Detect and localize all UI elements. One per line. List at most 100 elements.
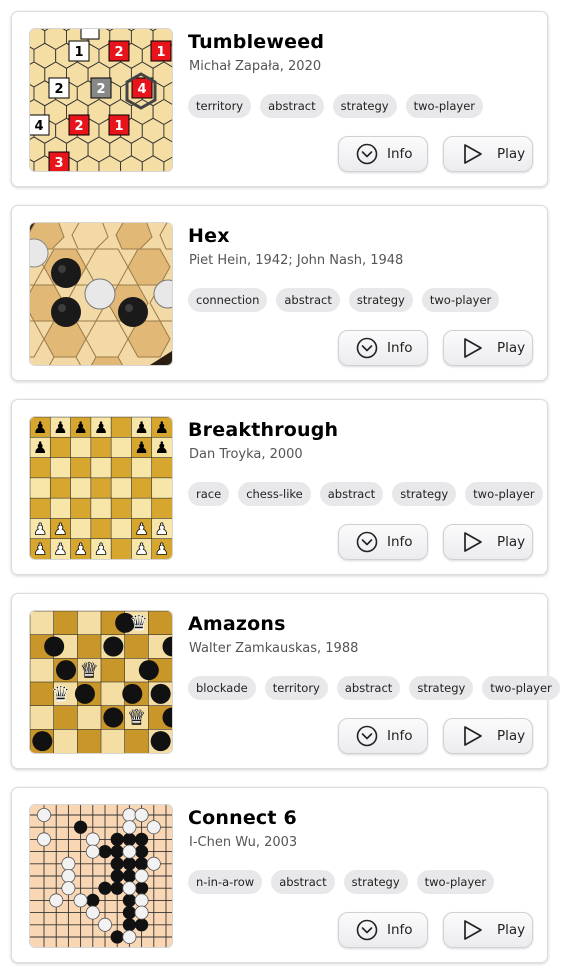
- svg-text:♟: ♟: [94, 540, 108, 559]
- tag[interactable]: abstract: [260, 94, 324, 118]
- info-button[interactable]: Info: [338, 718, 428, 754]
- tag[interactable]: chess-like: [238, 482, 311, 506]
- info-button-label: Info: [387, 534, 413, 550]
- svg-text:♟: ♟: [94, 418, 108, 437]
- tumbleweed-cell-number: 2: [74, 119, 83, 134]
- tag-list: connection abstract strategy two-player: [188, 288, 500, 312]
- play-button-label: Play: [497, 534, 526, 550]
- game-title[interactable]: Connect 6: [188, 807, 297, 829]
- tumbleweed-board-image: 1 2 1 2 2 4 4 2 1 3: [30, 29, 172, 171]
- tag[interactable]: n-in-a-row: [188, 870, 263, 894]
- tag[interactable]: strategy: [392, 482, 457, 506]
- svg-text:♟: ♟: [53, 540, 67, 559]
- game-card-breakthrough[interactable]: ♟ ♟ ♟ ♟ ♟ ♟ ♟ ♟ ♟ ♟ ♟ ♟ ♟ ♟ ♟ ♟ ♟ ♟ ♟ Breakthrough Dan Tro…: [11, 399, 548, 575]
- chevron-down-circle-icon: [356, 919, 378, 941]
- play-button-label: Play: [497, 146, 526, 162]
- game-card-hex[interactable]: Hex Piet Hein, 1942; John Nash, 1948 con…: [11, 205, 548, 381]
- game-card-tumbleweed[interactable]: 1 2 1 2 2 4 4 2 1 3 Tumbleweed Michał Zapała, 202…: [11, 11, 548, 187]
- tag[interactable]: two-player: [405, 94, 484, 118]
- tag-list: territory abstract strategy two-player: [188, 94, 484, 118]
- tag[interactable]: territory: [264, 676, 328, 700]
- info-button-label: Info: [387, 728, 413, 744]
- play-button[interactable]: Play: [443, 136, 533, 172]
- tag[interactable]: territory: [188, 94, 252, 118]
- info-button-label: Info: [387, 146, 413, 162]
- play-button-label: Play: [497, 728, 526, 744]
- tag[interactable]: strategy: [348, 288, 413, 312]
- svg-text:♟: ♟: [155, 519, 169, 538]
- game-title[interactable]: Tumbleweed: [188, 31, 324, 53]
- amazons-board-image: ♛ ♛ ♛ ♛: [30, 611, 172, 753]
- svg-text:♛: ♛: [80, 658, 99, 682]
- svg-text:♛: ♛: [51, 682, 70, 706]
- svg-text:♟: ♟: [74, 540, 88, 559]
- tumbleweed-cell-number: 1: [114, 119, 123, 134]
- game-thumbnail[interactable]: [29, 804, 173, 948]
- tumbleweed-cell-number: 1: [74, 45, 83, 60]
- breakthrough-board-image: ♟ ♟ ♟ ♟ ♟ ♟♟ ♟ ♟♟ ♟ ♟ ♟♟ ♟ ♟ ♟ ♟ ♟: [30, 417, 172, 559]
- info-button[interactable]: Info: [338, 912, 428, 948]
- tag[interactable]: strategy: [332, 94, 397, 118]
- game-thumbnail[interactable]: ♟ ♟ ♟ ♟ ♟ ♟ ♟ ♟ ♟ ♟ ♟ ♟ ♟ ♟ ♟ ♟ ♟ ♟ ♟: [29, 416, 173, 560]
- play-button[interactable]: Play: [443, 524, 533, 560]
- chevron-down-circle-icon: [356, 531, 378, 553]
- tag[interactable]: connection: [188, 288, 268, 312]
- tag-list: race chess-like abstract strategy two-pl…: [188, 482, 543, 506]
- tag[interactable]: abstract: [336, 676, 401, 700]
- tag[interactable]: two-player: [482, 676, 560, 700]
- game-thumbnail[interactable]: 1 2 1 2 2 4 4 2 1 3: [29, 28, 173, 172]
- svg-text:♟: ♟: [53, 519, 67, 538]
- game-author: Piet Hein, 1942; John Nash, 1948: [189, 253, 404, 268]
- svg-text:♟: ♟: [155, 438, 169, 457]
- tumbleweed-cell-number: 4: [34, 119, 43, 134]
- play-triangle-icon: [464, 726, 482, 746]
- hex-board-image: [30, 223, 172, 365]
- svg-text:♟: ♟: [33, 540, 47, 559]
- game-author: Dan Troyka, 2000: [189, 447, 303, 462]
- tag[interactable]: race: [188, 482, 230, 506]
- game-thumbnail[interactable]: ♛ ♛ ♛ ♛: [29, 610, 173, 754]
- play-button[interactable]: Play: [443, 330, 533, 366]
- chevron-down-circle-icon: [356, 725, 378, 747]
- info-button[interactable]: Info: [338, 524, 428, 560]
- svg-text:♟: ♟: [134, 438, 148, 457]
- play-button[interactable]: Play: [443, 912, 533, 948]
- game-author: Walter Zamkauskas, 1988: [189, 641, 359, 656]
- tag[interactable]: two-player: [416, 870, 495, 894]
- tag[interactable]: two-player: [465, 482, 543, 506]
- tag[interactable]: two-player: [421, 288, 500, 312]
- chevron-down-circle-icon: [356, 143, 378, 165]
- play-triangle-icon: [464, 920, 482, 940]
- svg-text:♟: ♟: [33, 438, 47, 457]
- play-triangle-icon: [464, 338, 482, 358]
- info-button[interactable]: Info: [338, 330, 428, 366]
- tag[interactable]: strategy: [409, 676, 474, 700]
- tumbleweed-cell-number: 2: [96, 82, 105, 97]
- game-title[interactable]: Amazons: [188, 613, 286, 635]
- svg-text:♟: ♟: [134, 540, 148, 559]
- chevron-down-circle-icon: [356, 337, 378, 359]
- game-card-connect-6[interactable]: Connect 6 I-Chen Wu, 2003 n-in-a-row abs…: [11, 787, 548, 963]
- svg-text:♛: ♛: [129, 611, 148, 635]
- tag[interactable]: strategy: [343, 870, 408, 894]
- connect6-board-image: [30, 805, 172, 947]
- svg-text:♟: ♟: [33, 519, 47, 538]
- info-button-label: Info: [387, 340, 413, 356]
- play-button[interactable]: Play: [443, 718, 533, 754]
- tag[interactable]: abstract: [319, 482, 384, 506]
- play-button-label: Play: [497, 922, 526, 938]
- game-title[interactable]: Hex: [188, 225, 230, 247]
- tag-list: n-in-a-row abstract strategy two-player: [188, 870, 495, 894]
- tumbleweed-cell-number: 3: [54, 156, 63, 171]
- svg-text:♟: ♟: [134, 519, 148, 538]
- game-title[interactable]: Breakthrough: [188, 419, 338, 441]
- info-button[interactable]: Info: [338, 136, 428, 172]
- tag[interactable]: blockade: [188, 676, 256, 700]
- play-button-label: Play: [497, 340, 526, 356]
- tag[interactable]: abstract: [271, 870, 335, 894]
- play-triangle-icon: [464, 144, 482, 164]
- game-card-amazons[interactable]: ♛ ♛ ♛ ♛ Amazons Walter Zamkauskas, 1988 blo…: [11, 593, 560, 769]
- svg-text:♟: ♟: [155, 418, 169, 437]
- tag[interactable]: abstract: [276, 288, 340, 312]
- game-thumbnail[interactable]: [29, 222, 173, 366]
